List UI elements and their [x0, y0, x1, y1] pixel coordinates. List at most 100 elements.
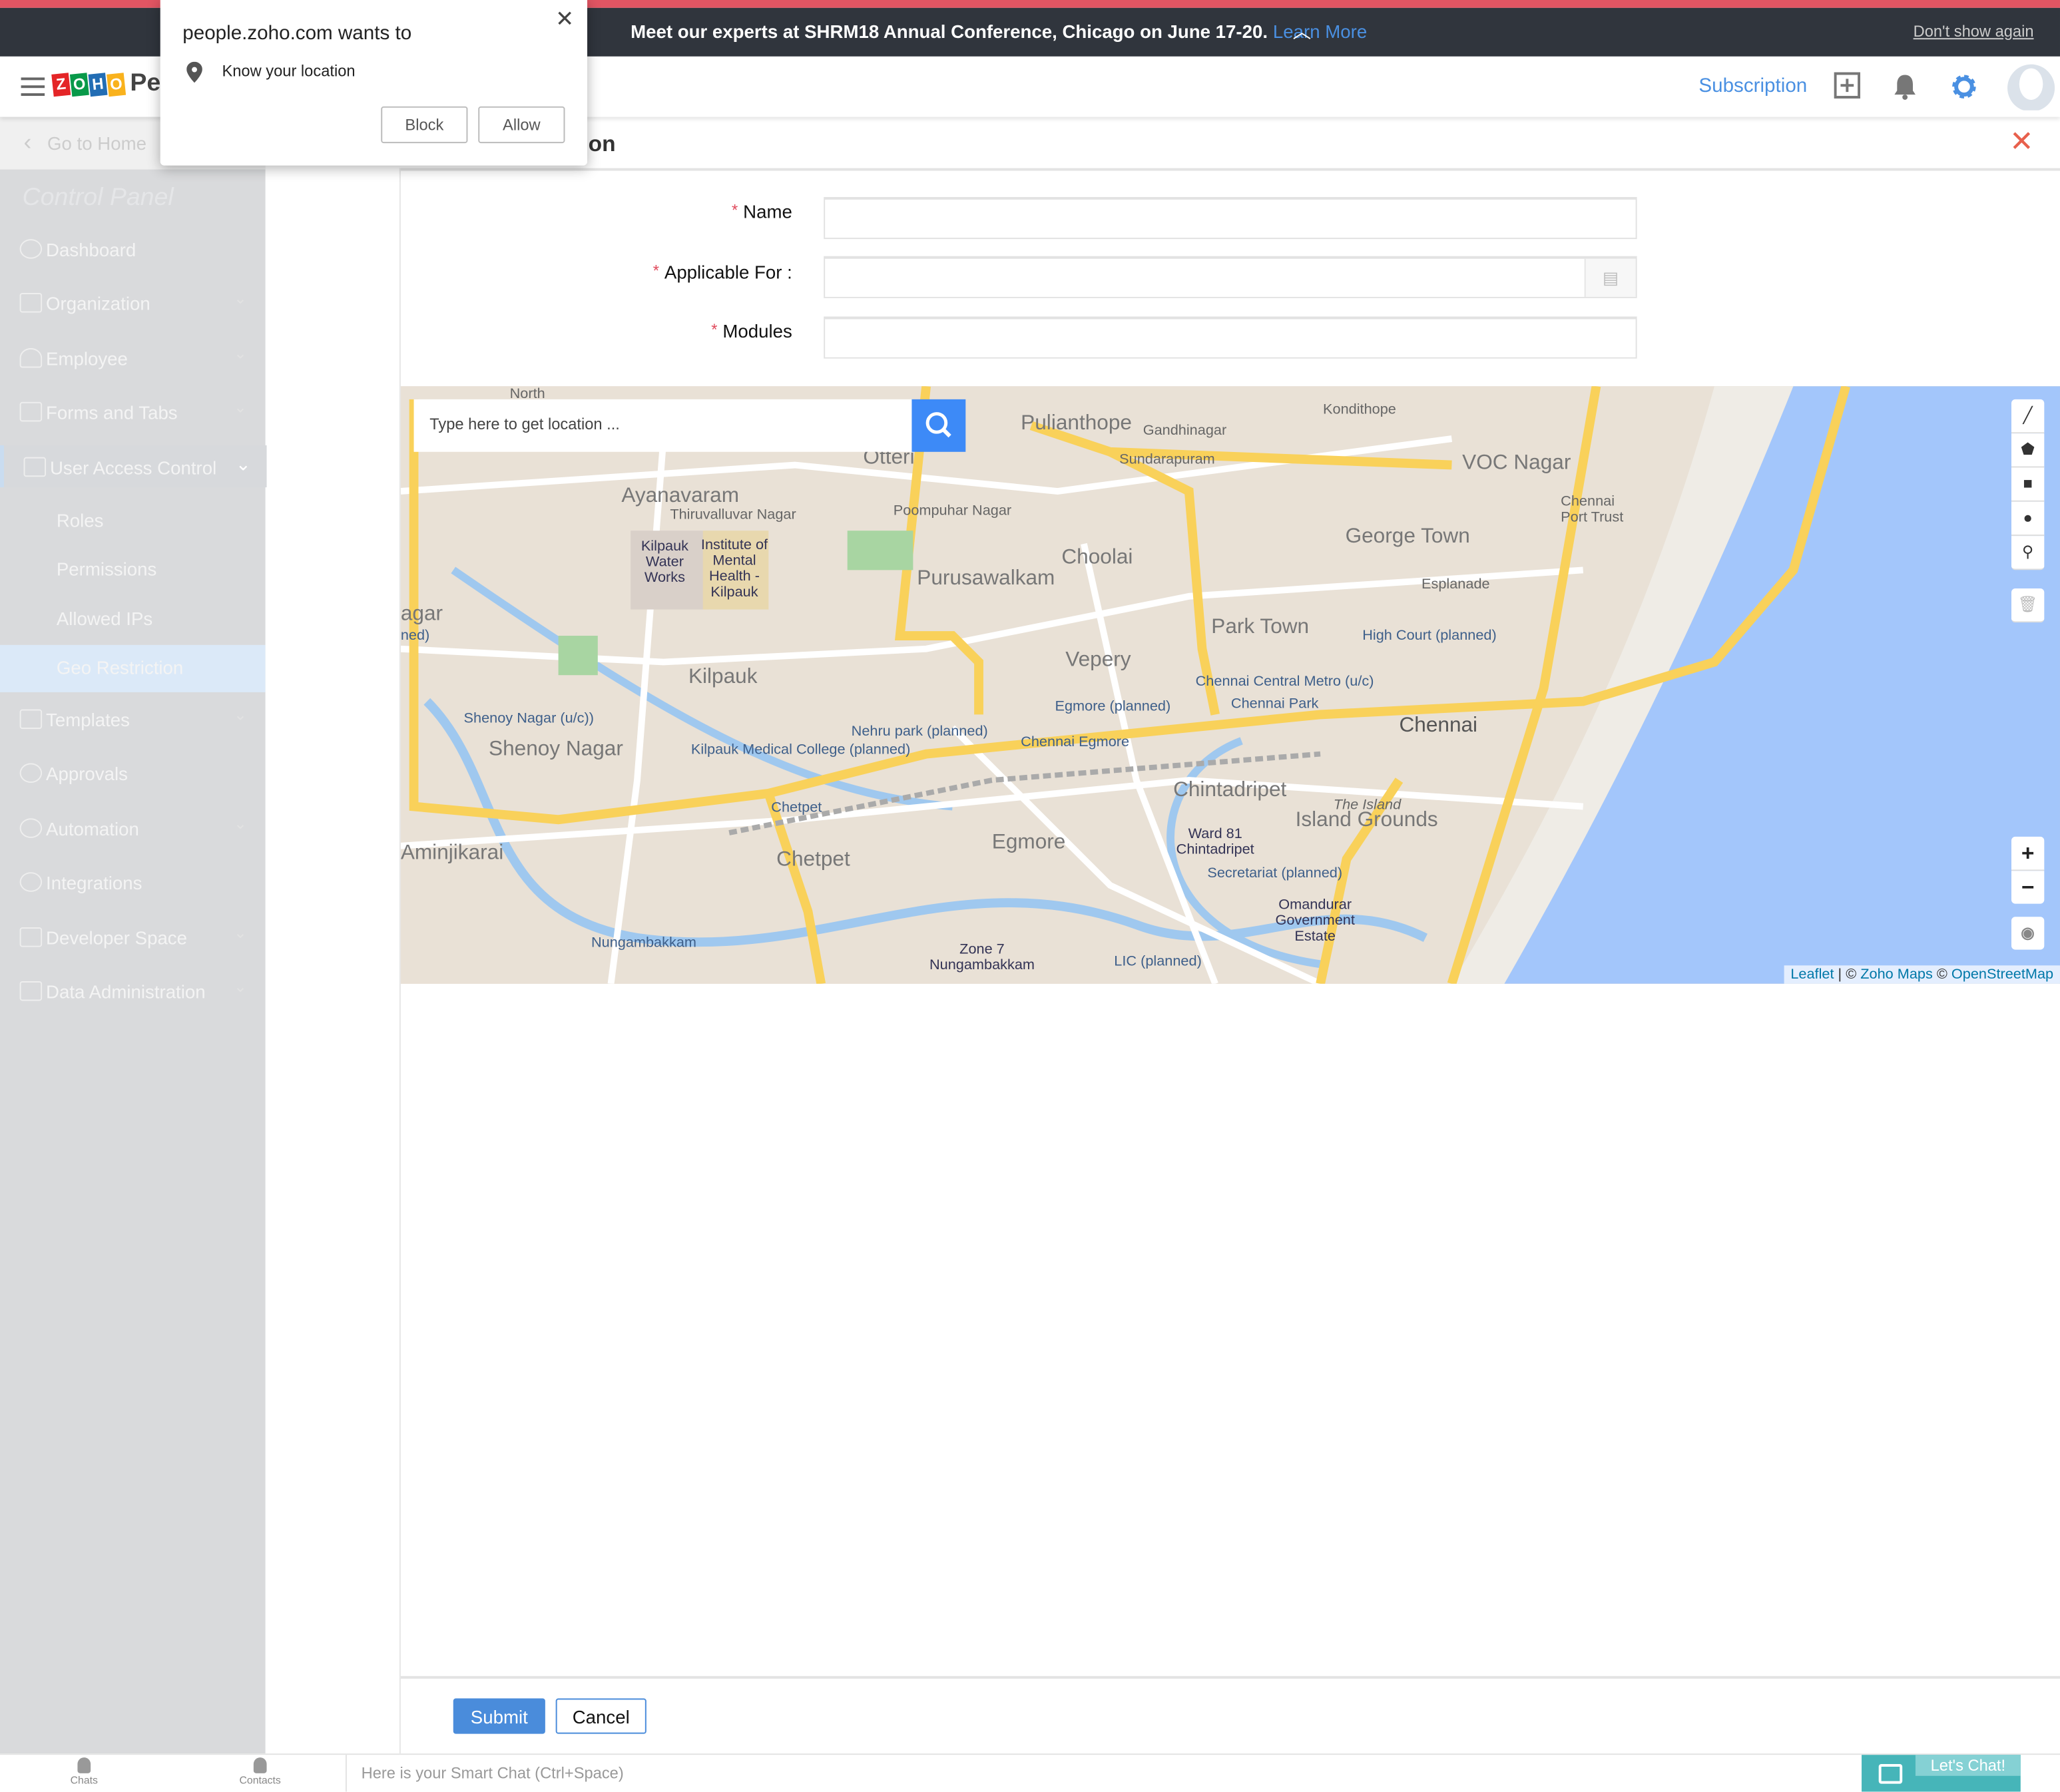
delete-trash-icon[interactable]: 🗑 [2011, 588, 2045, 623]
sidebar-item-user-access-control[interactable]: User Access Control ⌄ [0, 445, 270, 488]
name-input[interactable] [824, 196, 1637, 240]
map-attribution: Leaflet | © Zoho Maps © OpenStreetMap [1784, 965, 2060, 984]
sidebar-subitem-label: Roles [56, 509, 104, 531]
sidebar-item-dashboard[interactable]: Dashboard [0, 227, 266, 274]
code-icon [19, 927, 43, 947]
location-pin-icon [186, 61, 202, 89]
locate-me-icon[interactable]: ◉ [2011, 917, 2045, 950]
close-icon[interactable]: ✕ [555, 7, 574, 33]
map-label: Sundarapuram [1119, 451, 1215, 468]
lets-chat-button[interactable]: Let's Chat! [1862, 1755, 2021, 1792]
block-button[interactable]: Block [381, 106, 468, 144]
sidebar-item-data-administration[interactable]: Data Administration ⌄ [0, 969, 266, 1016]
draw-circle-icon[interactable]: ● [2011, 501, 2045, 537]
sidebar-item-label: Developer Space [46, 927, 187, 949]
sidebar-item-label: Organization [46, 293, 150, 314]
sidebar-subitem-permissions[interactable]: Permissions [0, 547, 266, 594]
sidebar-subitem-geo-restriction[interactable]: Geo Restriction [0, 644, 266, 692]
chats-button[interactable]: Chats [45, 1757, 123, 1787]
required-mark: * [652, 261, 659, 280]
draw-rectangle-icon[interactable]: ■ [2011, 467, 2045, 502]
map-label: Kilpauk [688, 666, 758, 688]
chevron-down-icon: ⌄ [234, 705, 247, 724]
geo-map[interactable]: North Pulianthope Gandhinagar Sundarapur… [400, 386, 2060, 984]
user-avatar[interactable] [2006, 63, 2056, 117]
attribution-copyright: © [1932, 967, 1951, 983]
sidebar-item-label: User Access Control [49, 457, 217, 479]
sidebar-item-developer-space[interactable]: Developer Space ⌄ [0, 915, 266, 963]
contacts-button[interactable]: Contacts [220, 1757, 299, 1787]
close-icon[interactable]: ✕ [2009, 124, 2033, 158]
settings-gear-icon[interactable] [1949, 73, 1978, 108]
dashboard-icon [19, 239, 43, 259]
map-label: Nehru park (planned) [851, 724, 988, 740]
map-label: Ayanavaram [621, 485, 739, 507]
sidebar-subitem-roles[interactable]: Roles [0, 498, 266, 545]
required-mark: * [711, 320, 718, 339]
map-label: Egmore [991, 831, 1066, 854]
modules-input[interactable] [824, 316, 1637, 359]
learn-more-link[interactable]: Learn More [1273, 21, 1367, 43]
subscription-link[interactable]: Subscription [1698, 75, 1807, 97]
bottom-chat-bar: Chats Contacts Here is your Smart Chat (… [0, 1753, 2060, 1792]
map-label: Chennai Port Trust [1561, 493, 1624, 526]
chevron-down-icon: ⌄ [234, 814, 247, 833]
sidebar-item-employee[interactable]: Employee ⌄ [0, 336, 266, 383]
sidebar-item-templates[interactable]: Templates ⌄ [0, 698, 266, 745]
map-label: Chennai Central Metro (u/c) [1195, 674, 1374, 690]
zoho-maps-link[interactable]: Zoho Maps [1860, 967, 1933, 983]
permission-request-text: Know your location [222, 61, 356, 81]
app-window: Meet our experts at SHRM18 Annual Confer… [0, 0, 2060, 1792]
popup-title: people.zoho.com wants to [182, 22, 412, 45]
zoom-in-button[interactable]: + [2011, 836, 2045, 871]
map-label: Zone 7 Nungambakkam [929, 941, 1035, 974]
add-icon[interactable] [1834, 72, 1861, 105]
sidebar-item-label: Data Administration [46, 981, 206, 1003]
map-label: VOC Nagar [1462, 451, 1571, 475]
collapse-banner-icon[interactable]: ︿ [1293, 19, 1312, 45]
map-label: Nungambakkam [591, 935, 696, 951]
dont-show-again-link[interactable]: Don't show again [1914, 23, 2034, 41]
draw-marker-icon[interactable]: ⚲ [2011, 536, 2045, 570]
sidebar-item-forms-and-tabs[interactable]: Forms and Tabs ⌄ [0, 390, 266, 437]
contact-person-icon [253, 1757, 267, 1773]
map-label: High Court (planned) [1362, 628, 1497, 644]
map-label: Chennai Egmore [1021, 734, 1130, 750]
submit-button[interactable]: Submit [453, 1698, 545, 1734]
user-picker-icon[interactable]: ▤ [1584, 258, 1636, 297]
draw-polyline-icon[interactable]: ╱ [2011, 399, 2045, 434]
zoom-out-button[interactable]: − [2011, 871, 2045, 904]
map-label: Shenoy Nagar (u/c)) [463, 710, 594, 727]
sidebar-item-organization[interactable]: Organization ⌄ [0, 281, 266, 328]
sidebar-subitem-allowed-ips[interactable]: Allowed IPs [0, 596, 266, 644]
organization-icon [19, 293, 43, 313]
data-admin-icon [19, 981, 43, 1001]
draw-polygon-icon[interactable]: ⬟ [2011, 433, 2045, 468]
smart-chat-input[interactable]: Here is your Smart Chat (Ctrl+Space) [345, 1755, 624, 1792]
leaflet-link[interactable]: Leaflet [1790, 967, 1834, 983]
applicable-for-input[interactable]: ▤ [824, 256, 1637, 298]
sidebar-item-integrations[interactable]: Integrations [0, 860, 266, 907]
sidebar-item-automation[interactable]: Automation ⌄ [0, 807, 266, 854]
openstreetmap-link[interactable]: OpenStreetMap [1951, 967, 2053, 983]
notification-bell-icon[interactable] [1892, 73, 1918, 108]
allow-button[interactable]: Allow [478, 106, 565, 144]
map-label: Island Grounds [1295, 809, 1438, 832]
map-label: Park Town [1211, 616, 1310, 638]
location-search-button[interactable] [911, 399, 966, 452]
map-label: Chintadripet [1173, 779, 1287, 801]
map-label: Purusawalkam [917, 567, 1055, 590]
attribution-separator: | © [1834, 967, 1861, 983]
banner-message: Meet our experts at SHRM18 Annual Confer… [631, 21, 1367, 43]
location-search-input[interactable] [427, 413, 905, 435]
sidebar-item-label: Employee [46, 347, 128, 369]
contacts-label: Contacts [239, 1774, 281, 1787]
sidebar-item-approvals[interactable]: Approvals [0, 752, 266, 799]
map-label: Chennai Park [1230, 696, 1319, 712]
map-label: Shenoy Nagar [489, 738, 623, 761]
cancel-button[interactable]: Cancel [555, 1698, 646, 1734]
map-label: Chetpet [771, 799, 822, 816]
hamburger-menu-icon[interactable] [21, 77, 45, 97]
sidebar-subitem-label: Permissions [56, 558, 157, 580]
go-to-home-label: Go to Home [47, 132, 146, 154]
